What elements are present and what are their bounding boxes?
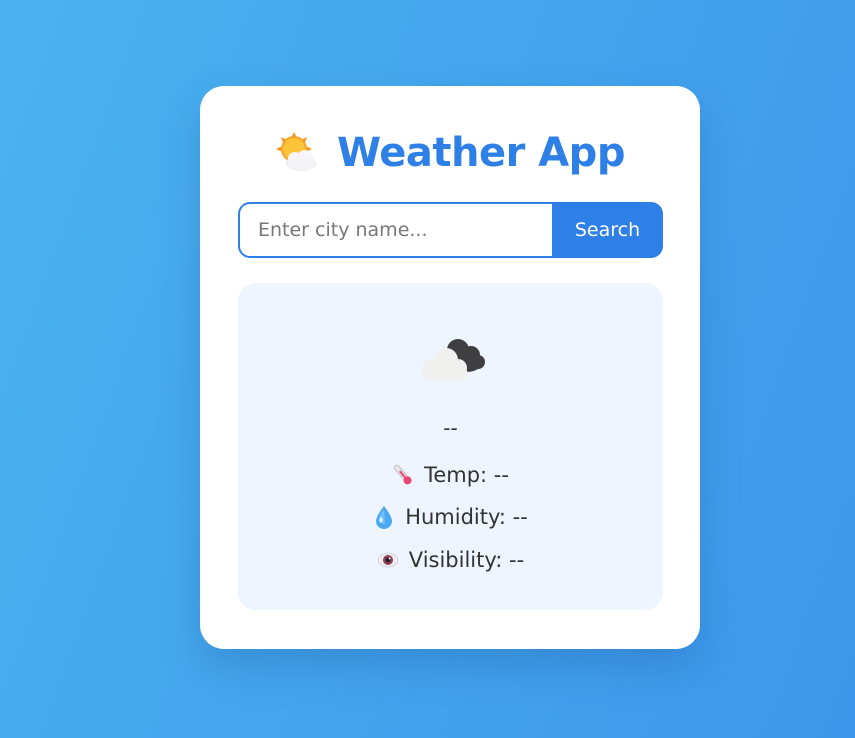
humidity-row: Humidity: --	[238, 502, 663, 532]
search-input[interactable]	[238, 202, 552, 258]
visibility-row: Visibility: --	[238, 545, 663, 575]
droplet-icon	[373, 504, 395, 530]
humidity-text: Humidity: --	[405, 505, 528, 529]
weather-description: --	[443, 416, 458, 440]
app-header: Weather App	[200, 126, 700, 180]
page-title: Weather App	[337, 130, 625, 176]
search-button[interactable]: Search	[552, 202, 663, 258]
visibility-text: Visibility: --	[408, 548, 525, 572]
search-bar: Search	[238, 202, 663, 258]
cloud-icon	[414, 332, 490, 384]
eye-icon	[377, 547, 399, 573]
sun-behind-cloud-icon	[275, 131, 319, 175]
thermometer-icon	[392, 462, 414, 488]
temperature-text: Temp: --	[424, 463, 509, 487]
temperature-row: Temp: --	[238, 460, 663, 490]
